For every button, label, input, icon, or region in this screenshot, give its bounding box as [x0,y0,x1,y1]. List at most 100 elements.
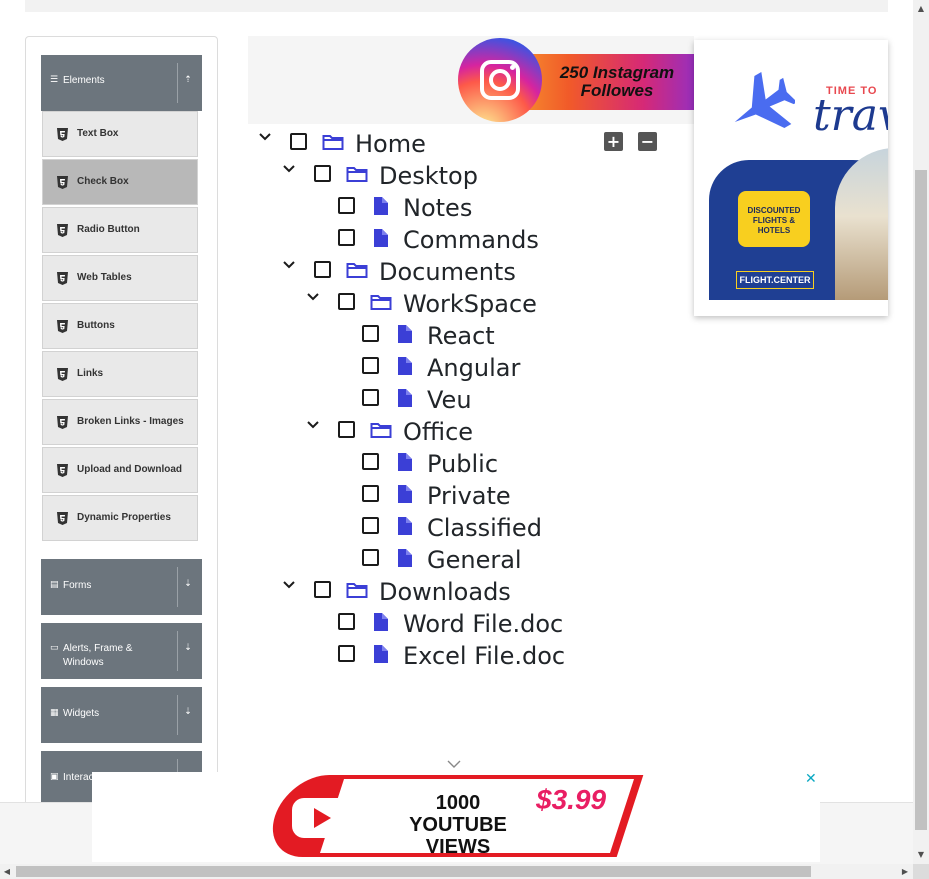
checkbox[interactable] [290,133,307,150]
checkbox[interactable] [314,165,331,182]
tree-node-label[interactable]: Commands [403,226,539,254]
sidebar: ☰ Elements ⇡ ▤ Forms ⇣ ▭ Alerts, Frame &… [25,36,218,826]
sidebar-item-dynamic-properties[interactable]: Dynamic Properties [42,495,198,541]
checkbox[interactable] [362,549,379,566]
tree-node-label[interactable]: WorkSpace [403,290,537,318]
checkbox[interactable] [338,229,355,246]
checkbox[interactable] [362,517,379,534]
checkbox[interactable] [314,581,331,598]
chevron-down-icon[interactable] [282,258,296,272]
checkbox[interactable] [314,261,331,278]
separator [177,695,178,735]
scrollbar-thumb[interactable] [16,866,811,877]
checkbox[interactable] [362,453,379,470]
instagram-ad[interactable]: 250 Instagram Followes [248,36,694,124]
expand-arrow-icon[interactable]: ⇣ [181,643,195,659]
airplane-icon [734,72,795,128]
separator [177,631,178,671]
close-ad-icon[interactable]: ✕ [805,772,819,786]
checkbox[interactable] [338,613,355,630]
scroll-down-arrow-icon[interactable]: ▼ [913,848,929,862]
tree-node-label[interactable]: Excel File.doc [403,642,565,670]
separator [177,63,178,103]
travel-ad[interactable]: TIME TO travel DISCOUNTED FLIGHTS & HOTE… [694,40,888,316]
tree-node-label[interactable]: Veu [427,386,472,414]
sidebar-item-label: Buttons [77,320,115,331]
tree-node-label[interactable]: Word File.doc [403,610,563,638]
file-icon [398,453,412,471]
checkbox[interactable] [338,197,355,214]
checkbox[interactable] [338,293,355,310]
sidebar-item-links[interactable]: Links [42,351,198,397]
vertical-scrollbar[interactable]: ▲ ▼ [913,0,929,864]
checkbox[interactable] [362,357,379,374]
folder-icon [346,167,368,182]
chevron-down-icon[interactable] [306,290,320,304]
ad-text-line: 1000 [435,792,481,814]
horizontal-scrollbar[interactable]: ◀ ▶ [0,864,913,879]
sidebar-item-radio-button[interactable]: Radio Button [42,207,198,253]
tree-node-label[interactable]: React [427,322,495,350]
checkbox[interactable] [362,325,379,342]
group-label: Widgets [63,708,100,719]
sidebar-item-web-tables[interactable]: Web Tables [42,255,198,301]
play-icon [314,808,331,828]
html5-icon [57,512,68,525]
form-icon: ▤ [50,580,59,590]
file-icon [398,517,412,535]
chevron-down-icon[interactable] [282,162,296,176]
expand-arrow-icon[interactable]: ⇣ [181,579,195,595]
sidebar-item-text-box[interactable]: Text Box [42,111,198,157]
tree-node-label[interactable]: Private [427,482,511,510]
tree-node-label[interactable]: Public [427,450,498,478]
checkbox[interactable] [362,389,379,406]
group-header-widgets[interactable]: ▦ Widgets ⇣ [41,687,202,743]
sidebar-item-label: Web Tables [77,272,132,283]
html5-icon [57,464,68,477]
tree-node-label[interactable]: Documents [379,258,516,286]
tree-node: Notes [250,188,690,222]
sidebar-item-check-box[interactable]: Check Box [42,159,198,205]
html5-icon [57,320,68,333]
tree-node-label[interactable]: Classified [427,514,542,542]
sidebar-item-broken-links-images[interactable]: Broken Links - Images [42,399,198,445]
tree-node-label[interactable]: Downloads [379,578,511,606]
tree-node-label[interactable]: Office [403,418,473,446]
tree-node: Commands [250,220,690,254]
separator [177,567,178,607]
group-header-forms[interactable]: ▤ Forms ⇣ [41,559,202,615]
tree-node-label[interactable]: Home [355,130,426,158]
sidebar-item-label: Broken Links - Images [77,416,184,427]
youtube-ad[interactable]: 1000 YOUTUBE VIEWS $3.99 [92,772,820,862]
chevron-down-icon[interactable] [282,578,296,592]
tree-node-label[interactable]: Desktop [379,162,478,190]
tree-node-label[interactable]: Angular [427,354,520,382]
tree-node: Angular [250,348,690,382]
sidebar-item-buttons[interactable]: Buttons [42,303,198,349]
group-label: Forms [63,580,92,591]
tree-node: Word File.doc [250,604,690,638]
scrollbar-corner [913,864,929,879]
sidebar-item-upload-and-download[interactable]: Upload and Download [42,447,198,493]
checkbox[interactable] [338,645,355,662]
top-banner-strip [25,0,888,12]
scroll-up-arrow-icon[interactable]: ▲ [913,2,929,16]
expand-arrow-icon[interactable]: ⇣ [181,707,195,723]
group-header-alerts[interactable]: ▭ Alerts, Frame & Windows ⇣ [41,623,202,679]
collapse-arrow-icon[interactable]: ⇡ [181,75,195,91]
checkbox[interactable] [338,421,355,438]
tree-node-label[interactable]: General [427,546,522,574]
chevron-down-icon[interactable] [306,418,320,432]
group-header-elements[interactable]: ☰ Elements ⇡ [41,55,202,111]
scrollbar-thumb[interactable] [915,170,927,830]
ad-collapse-chevron-icon[interactable] [446,757,462,771]
scroll-right-arrow-icon[interactable]: ▶ [898,864,912,879]
html5-icon [57,128,68,141]
chevron-down-icon[interactable] [258,130,272,144]
instagram-icon [458,38,542,122]
tree-node-label[interactable]: Notes [403,194,472,222]
ad-text-line: Followes [580,81,654,100]
file-icon [398,357,412,375]
scroll-left-arrow-icon[interactable]: ◀ [0,864,14,879]
checkbox[interactable] [362,485,379,502]
